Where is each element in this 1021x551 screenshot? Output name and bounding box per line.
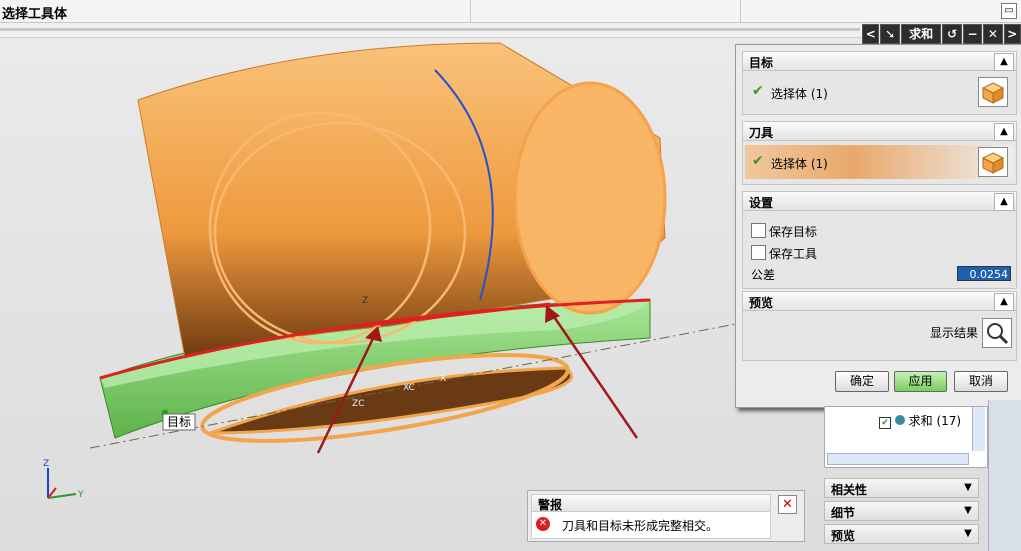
close-alert-button[interactable]: ✕ bbox=[778, 495, 797, 514]
keep-target-checkbox[interactable] bbox=[751, 223, 766, 238]
alert-body: ✕ 刀具和目标未形成完整相交。 bbox=[531, 511, 771, 539]
part-navigator: ✔ 求和 (17) bbox=[824, 406, 988, 468]
unite-feature-icon bbox=[894, 415, 905, 425]
wcs-z-label: Z bbox=[362, 296, 368, 306]
collapse-icon[interactable]: ▲ bbox=[994, 193, 1014, 211]
target-select-label: 选择体 (1) bbox=[771, 87, 828, 101]
tool-select-row[interactable]: ✔ 选择体 (1) bbox=[745, 145, 1014, 179]
keep-target-label: 保存目标 bbox=[769, 225, 818, 239]
settings-section: 保存目标 保存工具 公差 0.0254 bbox=[742, 211, 1017, 289]
forward-button[interactable]: > bbox=[1003, 24, 1021, 44]
title-divider bbox=[470, 0, 471, 22]
selection-bar-track bbox=[0, 28, 860, 31]
preview-section-header[interactable]: 预览 ▲ bbox=[742, 291, 1017, 311]
tool-section: ✔ 选择体 (1) bbox=[742, 141, 1017, 185]
collapse-icon[interactable]: ▲ bbox=[994, 123, 1014, 141]
minimize-button[interactable]: − bbox=[962, 24, 983, 44]
alert-message: 刀具和目标未形成完整相交。 bbox=[562, 519, 719, 533]
wcs-zc-label: ZC bbox=[352, 399, 364, 409]
tree-item-unite[interactable]: ✔ 求和 (17) bbox=[879, 412, 961, 429]
tool-select-label: 选择体 (1) bbox=[771, 157, 828, 171]
wcs-x-label: X bbox=[440, 374, 446, 384]
preview-panel[interactable]: 预览 ▼ bbox=[824, 524, 979, 544]
pick-icon[interactable]: ➘ bbox=[880, 24, 900, 44]
wcs-xc-label: XC bbox=[403, 383, 415, 393]
back-button[interactable]: < bbox=[862, 24, 880, 44]
triad-z-label: Z bbox=[43, 459, 49, 469]
target-section: ✔ 选择体 (1) bbox=[742, 71, 1017, 115]
tolerance-label: 公差 bbox=[751, 268, 776, 282]
ok-button[interactable]: 确定 bbox=[835, 371, 889, 392]
preview-panel-label: 预览 bbox=[831, 529, 856, 543]
check-icon: ✔ bbox=[752, 153, 764, 169]
tool-section-header[interactable]: 刀具 ▲ bbox=[742, 121, 1017, 141]
check-icon: ✔ bbox=[752, 83, 764, 99]
cancel-button[interactable]: 取消 bbox=[954, 371, 1008, 392]
show-result-button[interactable] bbox=[982, 318, 1012, 348]
collapse-icon[interactable]: ▲ bbox=[994, 293, 1014, 311]
resource-bar bbox=[988, 400, 1021, 551]
vertical-scrollbar[interactable] bbox=[972, 407, 985, 451]
window-title: 选择工具体 bbox=[2, 7, 68, 22]
checkbox-checked-icon[interactable]: ✔ bbox=[879, 417, 891, 429]
dependencies-label: 相关性 bbox=[831, 483, 868, 497]
alert-box: 警报 ✕ 刀具和目标未形成完整相交。 ✕ bbox=[527, 490, 805, 542]
error-icon: ✕ bbox=[536, 517, 550, 531]
title-bar: 选择工具体 ▭ bbox=[0, 0, 1021, 23]
chevron-down-icon[interactable]: ▼ bbox=[960, 503, 976, 519]
tree-item-label: 求和 (17) bbox=[908, 414, 962, 428]
select-body-button[interactable] bbox=[978, 147, 1008, 177]
preview-header: 预览 bbox=[749, 296, 774, 310]
settings-section-header[interactable]: 设置 ▲ bbox=[742, 191, 1017, 211]
tool-end-face bbox=[513, 81, 667, 315]
command-name: 求和 bbox=[900, 24, 942, 44]
details-panel[interactable]: 细节 ▼ bbox=[824, 501, 979, 521]
show-result-label: 显示结果 bbox=[929, 326, 978, 340]
command-toolbar: < ➘ 求和 ↺ − ✕ > bbox=[862, 24, 1021, 44]
selection-bar bbox=[0, 23, 865, 38]
settings-header: 设置 bbox=[749, 196, 774, 210]
dependencies-panel[interactable]: 相关性 ▼ bbox=[824, 478, 979, 498]
keep-tool-label: 保存工具 bbox=[769, 247, 818, 261]
target-label: 目标 bbox=[167, 415, 191, 429]
close-dialog-button[interactable]: ✕ bbox=[983, 24, 1003, 44]
chevron-down-icon[interactable]: ▼ bbox=[960, 480, 976, 496]
alert-header: 警报 bbox=[531, 494, 771, 512]
collapse-icon[interactable]: ▲ bbox=[994, 53, 1014, 71]
select-body-button[interactable] bbox=[978, 77, 1008, 107]
target-section-header[interactable]: 目标 ▲ bbox=[742, 51, 1017, 71]
restore-window-button[interactable]: ▭ bbox=[1001, 3, 1017, 19]
target-header: 目标 bbox=[749, 56, 774, 70]
triad-y-label: Y bbox=[77, 490, 84, 500]
details-label: 细节 bbox=[831, 506, 856, 520]
horizontal-scrollbar[interactable] bbox=[827, 453, 969, 465]
cube-icon bbox=[981, 82, 1005, 104]
target-select-row[interactable]: ✔ 选择体 (1) bbox=[745, 75, 1014, 109]
reset-button[interactable]: ↺ bbox=[942, 24, 962, 44]
apply-button[interactable]: 应用 bbox=[894, 371, 947, 392]
cube-icon bbox=[981, 152, 1005, 174]
triad-y-axis bbox=[47, 493, 77, 499]
chevron-down-icon[interactable]: ▼ bbox=[960, 526, 976, 542]
preview-section: 显示结果 bbox=[742, 311, 1017, 361]
magnifier-icon bbox=[987, 323, 1009, 345]
title-divider bbox=[740, 0, 741, 22]
tolerance-input[interactable]: 0.0254 bbox=[957, 266, 1011, 281]
keep-tool-checkbox[interactable] bbox=[751, 245, 766, 260]
unite-dialog: 目标 ▲ ✔ 选择体 (1) 刀具 ▲ ✔ 选择体 (1) 设置 ▲ 保存目标 … bbox=[735, 44, 1021, 408]
tool-header: 刀具 bbox=[749, 126, 774, 140]
